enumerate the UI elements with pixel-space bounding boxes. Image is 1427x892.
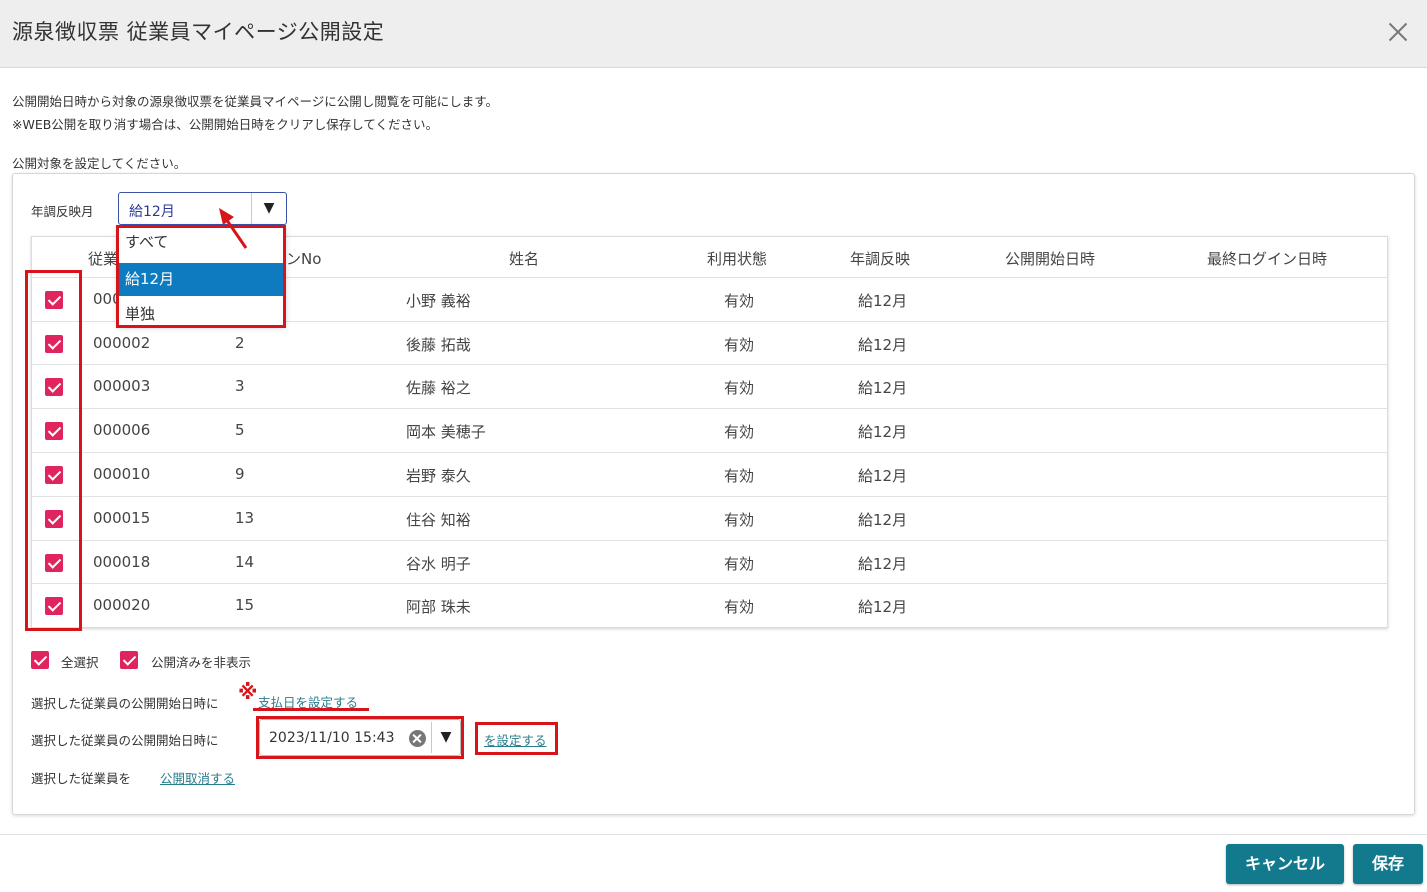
description-line-3: 公開対象を設定してください。 bbox=[12, 156, 187, 171]
cancel-button[interactable]: キャンセル bbox=[1226, 844, 1344, 884]
cell-nencho: 給12月 bbox=[858, 598, 908, 616]
cell-name: 岩野 泰久 bbox=[406, 467, 471, 485]
cell-status: 有効 bbox=[724, 511, 755, 529]
cell-status: 有効 bbox=[724, 292, 755, 310]
filter-select[interactable]: 給12月 ▼ bbox=[118, 192, 287, 225]
cell-no: 15 bbox=[235, 596, 255, 614]
header-name: 姓名 bbox=[509, 250, 540, 268]
table-row[interactable]: 000020 15 阿部 珠未 有効 給12月 bbox=[32, 583, 1387, 626]
select-all-checkbox[interactable] bbox=[31, 651, 49, 669]
table-row[interactable]: 000015 13 住谷 知裕 有効 給12月 bbox=[32, 496, 1387, 539]
header-last-login: 最終ログイン日時 bbox=[1207, 250, 1328, 268]
annotation-arrow-icon bbox=[219, 208, 248, 249]
dialog-title: 源泉徴収票 従業員マイページ公開設定 bbox=[12, 20, 385, 44]
cell-name: 佐藤 裕之 bbox=[406, 379, 471, 397]
header-publish-start: 公開開始日時 bbox=[1005, 250, 1096, 268]
header-no: ンNo bbox=[286, 250, 322, 268]
table-row[interactable]: 000010 9 岩野 泰久 有効 給12月 bbox=[32, 452, 1387, 495]
save-button[interactable]: 保存 bbox=[1353, 844, 1423, 884]
hide-published-checkbox[interactable] bbox=[120, 651, 138, 669]
close-icon[interactable] bbox=[1384, 18, 1412, 46]
cell-nencho: 給12月 bbox=[858, 467, 908, 485]
footer-divider bbox=[0, 834, 1427, 835]
cell-status: 有効 bbox=[724, 555, 755, 573]
cell-nencho: 給12月 bbox=[858, 379, 908, 397]
unpublish-link[interactable]: 公開取消する bbox=[160, 768, 235, 787]
cell-no: 2 bbox=[235, 334, 245, 352]
cell-nencho: 給12月 bbox=[858, 555, 908, 573]
date-line-label: 選択した従業員の公開開始日時に bbox=[31, 733, 219, 748]
cell-nencho: 給12月 bbox=[858, 423, 908, 441]
cell-no: 5 bbox=[235, 421, 245, 439]
cell-code: 000015 bbox=[93, 509, 151, 527]
description-line-1: 公開開始日時から対象の源泉徴収票を従業員マイページに公開し閲覧を可能にします。 bbox=[12, 94, 499, 109]
table-row[interactable]: 000006 5 岡本 美穂子 有効 給12月 bbox=[32, 408, 1387, 451]
cell-code: 000020 bbox=[93, 596, 151, 614]
header-employee-code: 従業 bbox=[88, 250, 119, 268]
cell-status: 有効 bbox=[724, 467, 755, 485]
filter-select-value: 給12月 bbox=[129, 204, 175, 220]
highlight-date-input bbox=[256, 716, 464, 759]
highlight-set-link bbox=[475, 722, 558, 755]
cell-code: 000002 bbox=[93, 334, 151, 352]
highlight-checkboxes bbox=[25, 270, 82, 631]
cell-nencho: 給12月 bbox=[858, 336, 908, 354]
table-row[interactable]: 000018 14 谷水 明子 有効 給12月 bbox=[32, 540, 1387, 583]
cell-nencho: 給12月 bbox=[858, 292, 908, 310]
cell-no: 3 bbox=[235, 377, 245, 395]
cell-name: 小野 義裕 bbox=[406, 292, 471, 310]
cell-status: 有効 bbox=[724, 336, 755, 354]
cell-no: 9 bbox=[235, 465, 245, 483]
filter-label: 年調反映月 bbox=[31, 204, 94, 219]
cell-status: 有効 bbox=[724, 379, 755, 397]
payday-line-label: 選択した従業員の公開開始日時に bbox=[31, 696, 219, 711]
cancel-line-label: 選択した従業員を bbox=[31, 771, 132, 786]
dropdown-arrow-icon[interactable]: ▼ bbox=[251, 193, 286, 224]
cell-code: 000006 bbox=[93, 421, 151, 439]
cell-name: 谷水 明子 bbox=[406, 555, 471, 573]
cell-no: 13 bbox=[235, 509, 255, 527]
description-line-2: ※WEB公開を取り消す場合は、公開開始日時をクリアし保存してください。 bbox=[12, 117, 439, 132]
cell-code: 000010 bbox=[93, 465, 151, 483]
dialog-header: 源泉徴収票 従業員マイページ公開設定 bbox=[0, 0, 1427, 68]
table-row[interactable]: 000003 3 佐藤 裕之 有効 給12月 bbox=[32, 364, 1387, 407]
header-status: 利用状態 bbox=[707, 250, 768, 268]
cell-name: 阿部 珠未 bbox=[406, 598, 471, 616]
cell-name: 後藤 拓哉 bbox=[406, 336, 471, 354]
cell-code: 000018 bbox=[93, 553, 151, 571]
cell-nencho: 給12月 bbox=[858, 511, 908, 529]
cell-name: 岡本 美穂子 bbox=[406, 423, 486, 441]
highlight-dropdown bbox=[116, 225, 286, 328]
cell-no: 14 bbox=[235, 553, 255, 571]
highlight-underline bbox=[253, 708, 369, 711]
cell-status: 有効 bbox=[724, 598, 755, 616]
select-all-label: 全選択 bbox=[61, 655, 99, 670]
cell-name: 住谷 知裕 bbox=[406, 511, 471, 529]
cell-code: 000003 bbox=[93, 377, 151, 395]
hide-published-label: 公開済みを非表示 bbox=[151, 655, 252, 670]
annotation-mark: ※ bbox=[238, 680, 258, 704]
cell-status: 有効 bbox=[724, 423, 755, 441]
header-nencho: 年調反映 bbox=[850, 250, 911, 268]
